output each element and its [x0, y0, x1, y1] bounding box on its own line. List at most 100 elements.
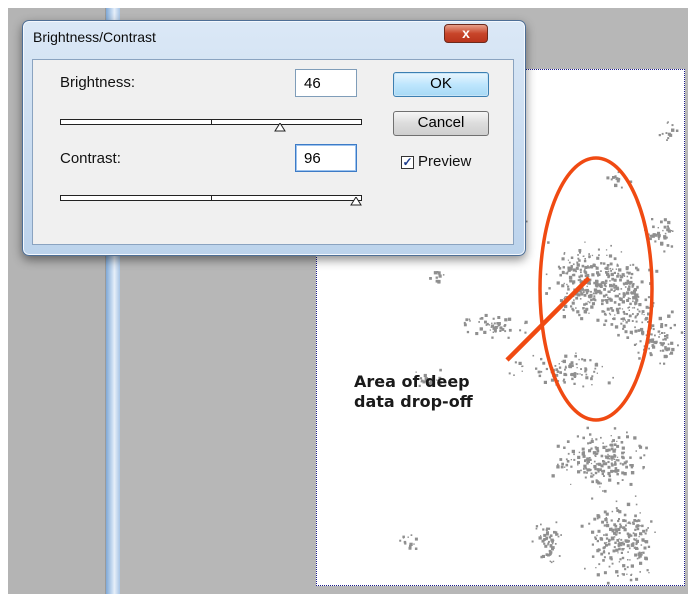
speckle — [613, 271, 616, 274]
speckle — [660, 241, 664, 246]
speckle — [588, 282, 591, 285]
close-button[interactable]: x — [444, 24, 488, 43]
speckle — [611, 459, 613, 461]
speckle — [623, 513, 627, 517]
speckle — [545, 367, 548, 371]
speckle — [575, 363, 578, 366]
speckle — [613, 470, 615, 473]
speckle — [638, 535, 640, 538]
speckle — [571, 449, 575, 454]
speckle — [612, 317, 616, 321]
speckle — [489, 329, 491, 331]
speckle — [596, 517, 599, 520]
speckle — [629, 302, 632, 306]
speckle — [620, 275, 624, 279]
brightness-slider[interactable] — [60, 119, 362, 125]
speckle — [554, 531, 558, 534]
speckle — [608, 458, 611, 460]
speckle — [646, 569, 649, 572]
contrast-slider[interactable] — [60, 195, 362, 201]
speckle — [605, 448, 609, 453]
speckle — [654, 234, 658, 237]
speckle — [612, 376, 614, 379]
speckle — [662, 229, 664, 232]
speckle — [584, 567, 586, 570]
speckle — [575, 307, 577, 309]
speckle — [618, 293, 621, 295]
speckle — [590, 305, 594, 309]
speckle — [670, 310, 674, 314]
speckle — [576, 263, 580, 267]
speckle — [508, 372, 511, 375]
speckle — [618, 518, 620, 520]
speckle — [627, 559, 629, 561]
ok-button[interactable]: OK — [393, 72, 489, 97]
contrast-slider-thumb[interactable] — [350, 197, 362, 207]
speckle — [554, 365, 557, 367]
speckle — [591, 438, 593, 440]
speckle — [593, 517, 597, 521]
speckle — [658, 336, 660, 338]
speckle — [584, 476, 587, 479]
speckle — [629, 314, 631, 316]
speckle — [612, 176, 615, 179]
speckle — [596, 256, 600, 260]
speckle — [501, 328, 505, 331]
speckle — [608, 478, 612, 482]
speckle — [639, 571, 641, 573]
speckle — [585, 307, 589, 311]
speckle — [657, 227, 659, 229]
speckle — [634, 296, 638, 299]
speckle — [597, 274, 600, 277]
speckle — [584, 258, 586, 260]
speckle — [549, 545, 553, 548]
speckle — [594, 299, 597, 302]
speckle — [583, 471, 586, 474]
speckle — [628, 521, 631, 524]
speckle — [566, 283, 568, 286]
preview-checkbox[interactable]: ✓ — [401, 156, 414, 169]
contrast-input[interactable]: 96 — [295, 144, 357, 172]
cancel-button[interactable]: Cancel — [393, 111, 489, 136]
speckle — [569, 267, 573, 271]
speckle — [647, 527, 649, 529]
speckle — [581, 264, 585, 268]
speckle — [573, 269, 576, 272]
speckle — [620, 441, 624, 444]
speckle — [626, 435, 629, 439]
speckle — [620, 288, 623, 290]
speckle — [627, 307, 629, 309]
speckle — [636, 268, 640, 272]
speckle — [410, 534, 413, 536]
speckle — [629, 456, 632, 459]
speckle — [490, 324, 495, 328]
speckle — [559, 273, 562, 277]
speckle — [622, 327, 625, 330]
brightness-slider-thumb[interactable] — [274, 123, 287, 133]
speckle — [564, 366, 567, 369]
speckle — [570, 256, 574, 259]
brightness-input[interactable]: 46 — [295, 69, 357, 97]
speckle — [567, 452, 570, 455]
speckle — [671, 128, 675, 132]
speckle — [595, 362, 598, 365]
speckle — [562, 380, 565, 382]
speckle — [605, 512, 609, 516]
speckle — [484, 313, 488, 317]
speckle — [590, 377, 592, 379]
speckle — [628, 534, 631, 537]
speckle — [540, 535, 542, 537]
speckle — [605, 299, 609, 303]
speckle — [616, 263, 618, 265]
speckle — [657, 330, 660, 333]
speckle — [554, 543, 557, 545]
speckle — [573, 299, 575, 301]
speckle — [595, 567, 597, 569]
speckle — [557, 463, 559, 466]
speckle — [616, 533, 618, 535]
speckle — [634, 303, 637, 306]
dialog-panel: Brightness: 46 Contrast: 96 OK Cancel ✓ … — [32, 59, 514, 245]
speckle — [609, 298, 613, 302]
speckle — [564, 297, 566, 299]
speckle — [545, 292, 548, 295]
